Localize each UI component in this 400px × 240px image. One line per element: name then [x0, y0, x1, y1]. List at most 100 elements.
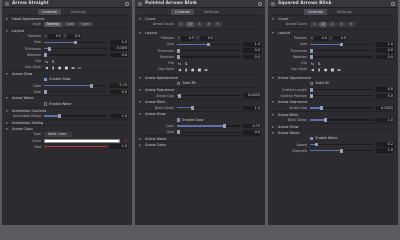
style-normal-button[interactable]: Normal	[44, 21, 63, 27]
count-4-button[interactable]: 4	[337, 21, 346, 27]
count-3-button[interactable]: 3	[328, 21, 337, 27]
style-dots-button[interactable]: Dots	[63, 21, 78, 27]
animation-delay-slider[interactable]	[44, 114, 107, 119]
thickness-slider[interactable]	[44, 46, 107, 51]
count-1-button[interactable]: 1	[310, 21, 319, 27]
thickness-field[interactable]: 0.0	[376, 48, 394, 53]
count-1-button[interactable]: 1	[177, 21, 186, 27]
flip-horizontal-icon[interactable]: ⇆	[44, 59, 49, 64]
flip-vertical-icon[interactable]: ⇅	[184, 61, 189, 66]
thickness-field[interactable]: 0.005	[110, 46, 128, 51]
rotation-slider[interactable]	[44, 52, 107, 57]
cap-round-icon[interactable]: ●	[190, 67, 195, 72]
count-4-button[interactable]: 4	[204, 21, 213, 27]
flip-horizontal-icon[interactable]: ⇆	[177, 61, 182, 66]
rotation-field[interactable]: 0.0	[376, 54, 394, 60]
tab-settings[interactable]: Settings	[333, 9, 356, 15]
cap-line-icon[interactable]: ▬	[336, 67, 341, 72]
red-slider[interactable]	[44, 146, 107, 148]
cap-line-icon[interactable]: ▬	[70, 65, 75, 70]
thickness-field[interactable]: 0.0	[243, 48, 261, 53]
position-y-field[interactable]: 0.5	[333, 36, 347, 41]
position-y-field[interactable]: 0.5	[67, 34, 81, 39]
arrow-gap-field[interactable]: 0.0025	[243, 93, 261, 98]
glow-size-field[interactable]: 0.0	[110, 89, 128, 95]
tab-controls[interactable]: Controls	[304, 8, 327, 15]
enable-wave-checkbox[interactable]: Enable Wave	[44, 102, 71, 106]
cap-none-icon[interactable]: ▭	[77, 65, 82, 70]
rotation-field[interactable]: 0.0	[110, 52, 128, 58]
count-2-button[interactable]: 2	[186, 21, 195, 27]
red-field[interactable]: 1.0	[110, 144, 128, 149]
glow-size-field[interactable]: 0.0	[243, 130, 261, 135]
blink-delay-slider[interactable]	[177, 105, 240, 110]
outline-position-slider[interactable]	[310, 93, 373, 98]
thickness-slider[interactable]	[310, 48, 373, 53]
cap-arrow-icon[interactable]: ◀	[310, 67, 315, 72]
cap-square-icon[interactable]: ■	[330, 67, 335, 72]
cap-bar-icon[interactable]: ▮	[317, 67, 322, 72]
blink-delay-slider[interactable]	[310, 118, 373, 123]
cap-line-icon[interactable]: ▬	[203, 67, 208, 72]
arrow-gap-slider[interactable]	[177, 93, 240, 98]
cap-square-icon[interactable]: ■	[197, 67, 202, 72]
color-swatch[interactable]	[44, 138, 120, 143]
tab-controls[interactable]: Controls	[171, 8, 194, 15]
animation-delay-field[interactable]: 1.0	[110, 113, 128, 119]
eyedropper-icon[interactable]: ✎	[123, 139, 128, 143]
count-5-button[interactable]: 5	[213, 21, 222, 27]
cap-round-icon[interactable]: ●	[57, 65, 62, 70]
wave-strength-slider[interactable]	[310, 148, 373, 153]
pin-icon[interactable]	[125, 1, 129, 6]
enable-glow-checkbox[interactable]: Enable Glow	[177, 118, 203, 122]
solid-fill-checkbox[interactable]: Solid Fill	[310, 81, 329, 85]
flip-vertical-icon[interactable]: ⇅	[51, 59, 56, 64]
tab-settings[interactable]: Settings	[200, 9, 223, 15]
pin-icon[interactable]	[258, 1, 262, 6]
position-x-field[interactable]: 0.5	[48, 34, 62, 39]
color-type-select[interactable]: Solid Color	[44, 131, 72, 137]
wave-strength-field[interactable]: 1.0	[376, 148, 394, 153]
flip-vertical-icon[interactable]: ⇅	[317, 61, 322, 66]
cap-arrow-icon[interactable]: ◀	[177, 67, 182, 72]
rotation-slider[interactable]	[310, 54, 373, 59]
arrow-gap-field[interactable]: 0.0325	[376, 105, 394, 111]
wave-speed-field[interactable]: 0.2	[376, 142, 394, 147]
tab-controls[interactable]: Controls	[38, 8, 61, 15]
flip-horizontal-icon[interactable]: ⇆	[310, 61, 315, 66]
size-field[interactable]: 1.0	[243, 42, 261, 47]
enable-wave-checkbox[interactable]: Enable Wave	[310, 136, 337, 140]
count-3-button[interactable]: 3	[195, 21, 204, 27]
size-field[interactable]: 1.0	[376, 42, 394, 47]
cap-arrow-icon[interactable]: ◀	[44, 65, 49, 70]
glow-gain-slider[interactable]	[177, 124, 240, 129]
position-x-field[interactable]: 0.5	[181, 36, 195, 41]
solid-fill-checkbox[interactable]: Solid Fill	[177, 81, 196, 85]
count-5-button[interactable]: 5	[346, 21, 355, 27]
position-x-field[interactable]: 0.5	[314, 36, 328, 41]
outline-length-slider[interactable]	[310, 87, 373, 92]
count-2-button[interactable]: 2	[319, 21, 328, 27]
cap-bar-icon[interactable]: ▮	[184, 67, 189, 72]
glow-gain-field[interactable]: 0.75	[110, 83, 128, 88]
glow-gain-field[interactable]: 0.75	[243, 123, 261, 129]
style-open-button[interactable]: Open	[78, 21, 94, 27]
blink-delay-field[interactable]: 1.0	[376, 117, 394, 123]
outline-length-field[interactable]: 0.0	[376, 87, 394, 92]
pin-icon[interactable]	[391, 1, 395, 6]
glow-gain-slider[interactable]	[44, 83, 107, 88]
section-arrow-color[interactable]: ▸ Arrow Color	[139, 141, 261, 147]
size-slider[interactable]	[44, 40, 107, 45]
blink-delay-field[interactable]: 1.0	[243, 105, 261, 111]
cap-bar-icon[interactable]: ▮	[51, 65, 56, 70]
outline-position-field[interactable]: 0.0	[376, 93, 394, 99]
rotation-slider[interactable]	[177, 54, 240, 59]
size-slider[interactable]	[310, 42, 373, 47]
size-field[interactable]: 1.0	[110, 40, 128, 45]
cap-round-icon[interactable]: ●	[323, 67, 328, 72]
cap-square-icon[interactable]: ■	[64, 65, 69, 70]
size-slider[interactable]	[177, 42, 240, 47]
wave-speed-slider[interactable]	[310, 142, 373, 147]
thickness-slider[interactable]	[177, 48, 240, 53]
glow-size-slider[interactable]	[44, 89, 107, 94]
